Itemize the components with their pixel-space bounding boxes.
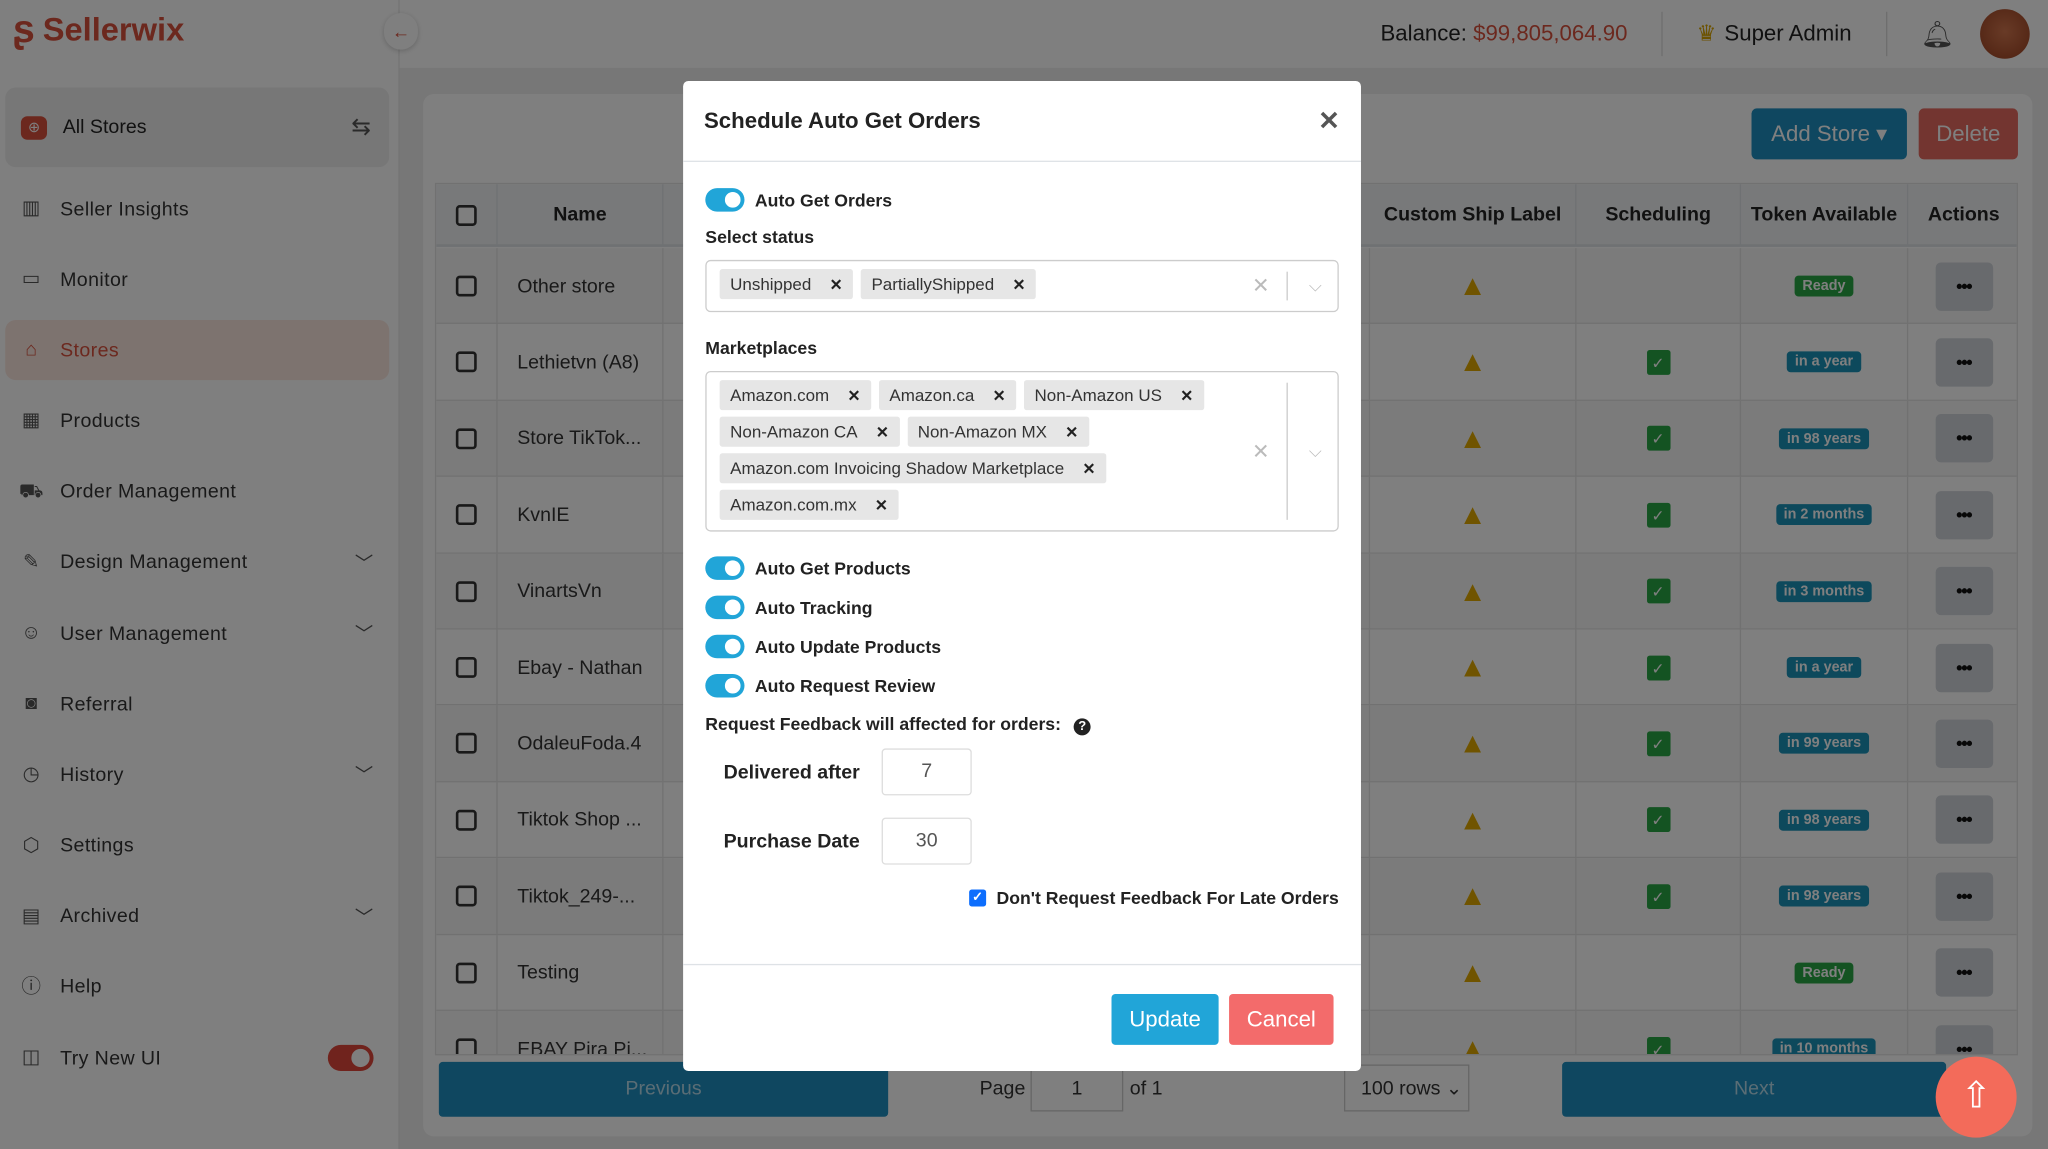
purchase-date-input[interactable]: 30 <box>881 817 972 865</box>
remove-tag-icon[interactable]: ✕ <box>1083 459 1096 477</box>
selected-tag: Amazon.com Invoicing Shadow Marketplace ✕ <box>719 453 1107 484</box>
tag-label: Amazon.com <box>730 385 830 405</box>
selected-tag: Amazon.ca ✕ <box>878 380 1017 411</box>
auto-get-products-toggle[interactable]: Auto Get Products <box>705 549 1338 588</box>
purchase-date-row: Purchase Date 30 <box>724 817 1339 865</box>
remove-tag-icon[interactable]: ✕ <box>1180 386 1193 404</box>
remove-tag-icon[interactable]: ✕ <box>830 275 843 293</box>
help-icon[interactable]: ? <box>1073 718 1091 736</box>
selected-tag: Non-Amazon CA ✕ <box>719 416 900 447</box>
tag-label: Non-Amazon MX <box>917 421 1047 442</box>
checkbox[interactable]: ✓ <box>969 889 987 907</box>
toggle-label: Auto Update Products <box>754 636 942 657</box>
tag-label: Amazon.com.mx <box>730 495 857 515</box>
toggle-switch[interactable] <box>705 595 745 620</box>
auto-update-products-toggle[interactable]: Auto Update Products <box>705 627 1338 666</box>
modal-header: Schedule Auto Get Orders ✕ <box>683 81 1361 162</box>
remove-tag-icon[interactable]: ✕ <box>875 496 888 514</box>
tag-label: Amazon.com Invoicing Shadow Marketplace <box>730 458 1065 479</box>
tag-label: PartiallyShipped <box>871 274 995 294</box>
late-orders-checkbox[interactable]: ✓ Don't Request Feedback For Late Orders <box>705 888 1339 908</box>
clear-icon[interactable]: ✕ <box>1252 438 1270 464</box>
close-icon[interactable]: ✕ <box>1318 104 1340 137</box>
delivered-after-row: Delivered after 7 <box>724 748 1339 796</box>
selected-tag: Non-Amazon US ✕ <box>1024 380 1204 411</box>
remove-tag-icon[interactable]: ✕ <box>876 423 889 441</box>
auto-request-review-toggle[interactable]: Auto Request Review <box>705 666 1338 705</box>
cancel-button[interactable]: Cancel <box>1229 993 1334 1045</box>
toggle-label: Auto Get Products <box>754 558 911 578</box>
selected-tag: PartiallyShipped ✕ <box>861 269 1037 300</box>
auto-get-orders-toggle[interactable]: Auto Get Orders <box>705 180 1338 219</box>
selected-tag: Non-Amazon MX ✕ <box>907 416 1089 447</box>
chevron-down-icon[interactable]: ⌵ <box>1309 276 1322 297</box>
modal-footer: Update Cancel <box>683 963 1361 1071</box>
delivered-after-input[interactable]: 7 <box>881 748 972 796</box>
app: ʂSellerwix ⊕All Stores⇆ ▥Seller Insights… <box>0 0 2048 1149</box>
toggle-switch[interactable] <box>705 188 745 212</box>
chevron-down-icon[interactable]: ⌵ <box>1309 441 1322 462</box>
auto-tracking-toggle[interactable]: Auto Tracking <box>705 588 1338 627</box>
toggle-switch[interactable] <box>705 673 745 698</box>
selected-tag: Amazon.com ✕ <box>719 380 872 411</box>
clear-icon[interactable]: ✕ <box>1252 273 1270 299</box>
remove-tag-icon[interactable]: ✕ <box>1065 423 1078 441</box>
remove-tag-icon[interactable]: ✕ <box>1012 275 1025 293</box>
status-label: Select status <box>705 227 815 247</box>
toggle-switch[interactable] <box>705 556 745 580</box>
update-button[interactable]: Update <box>1111 993 1219 1045</box>
tag-label: Unshipped <box>730 274 812 294</box>
tag-label: Non-Amazon US <box>1034 385 1162 405</box>
remove-tag-icon[interactable]: ✕ <box>993 386 1006 404</box>
scroll-to-top-button[interactable]: ⇧ <box>1935 1056 2017 1138</box>
modal-body: Auto Get Orders Select status Unshipped ✕… <box>683 180 1361 908</box>
marketplaces-label: Marketplaces <box>705 338 818 358</box>
modal-title: Schedule Auto Get Orders <box>703 107 981 133</box>
toggle-switch[interactable] <box>705 634 745 659</box>
toggle-list: Auto Get Products Auto Tracking Auto Updat… <box>705 549 1338 706</box>
remove-tag-icon[interactable]: ✕ <box>848 386 861 404</box>
tag-label: Amazon.ca <box>889 385 975 405</box>
toggle-label: Auto Tracking <box>754 597 873 618</box>
status-multiselect[interactable]: Unshipped ✕ PartiallyShipped ✕ ✕ ⌵ <box>705 259 1339 313</box>
selected-tag: Amazon.com.mx ✕ <box>719 489 899 520</box>
selected-tag: Unshipped ✕ <box>719 269 854 300</box>
schedule-modal: Schedule Auto Get Orders ✕ Auto Get Orde… <box>683 80 1361 1072</box>
marketplaces-multiselect[interactable]: Amazon.com ✕ Amazon.ca ✕ Non-Amazon US ✕ Non-A… <box>705 370 1339 532</box>
feedback-label: Request Feedback will affected for order… <box>705 714 1338 736</box>
tag-label: Non-Amazon CA <box>730 421 858 442</box>
toggle-label: Auto Request Review <box>754 675 936 696</box>
